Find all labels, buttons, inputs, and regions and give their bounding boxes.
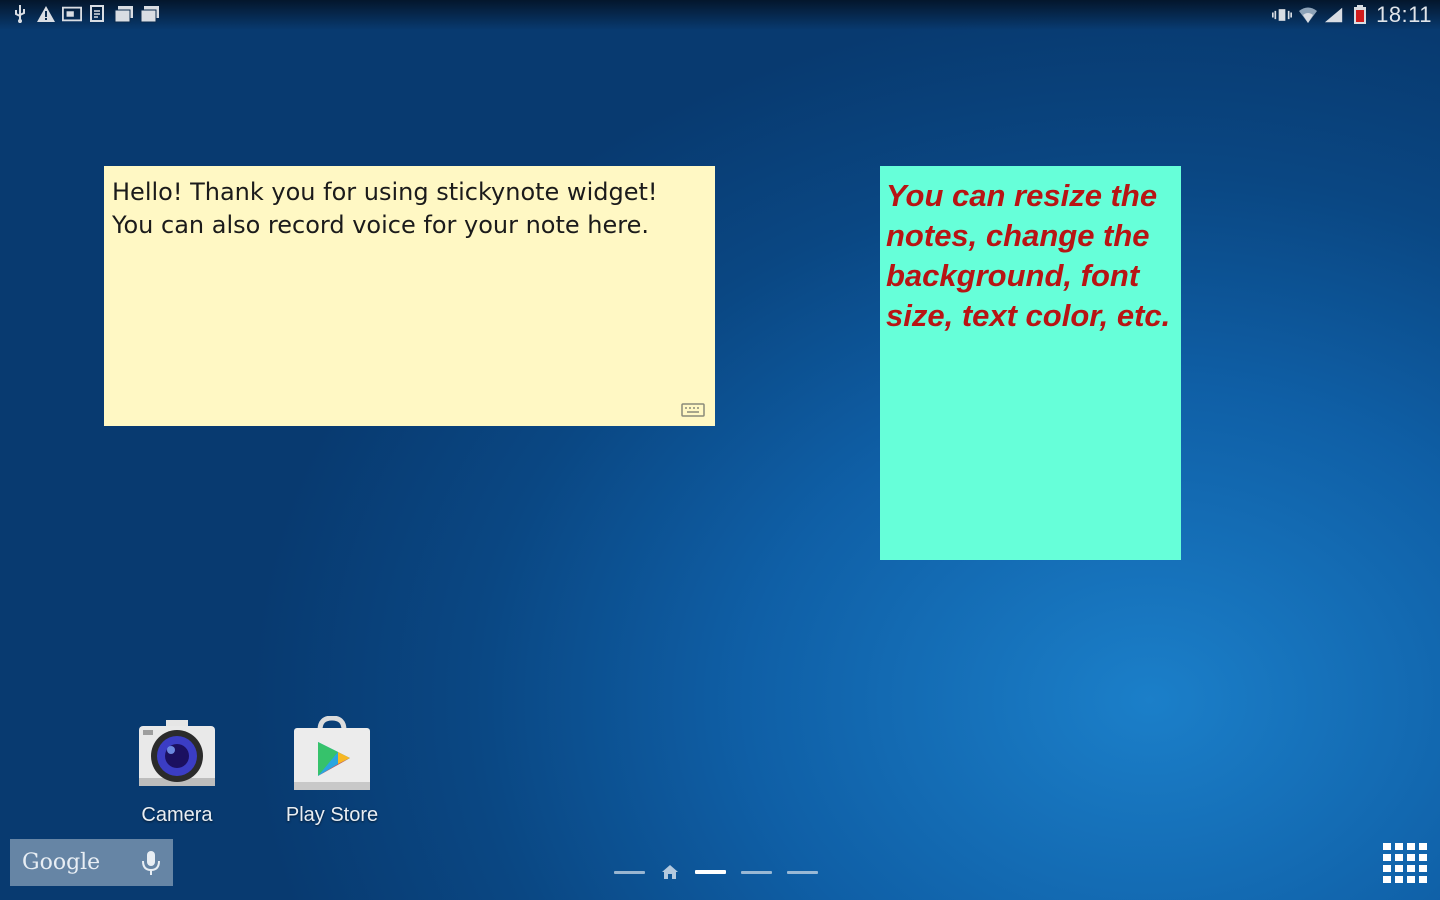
usb-icon — [10, 4, 30, 24]
page-indicator[interactable] — [614, 862, 818, 882]
sticky-note-widget-yellow[interactable]: Hello! Thank you for using stickynote wi… — [104, 166, 715, 426]
vibrate-icon — [1272, 5, 1293, 25]
gallery-icon — [114, 4, 134, 24]
notification-icons — [10, 4, 160, 24]
system-indicators: 18:11 — [1272, 2, 1432, 28]
document-icon — [88, 4, 108, 24]
screenshot-icon — [62, 4, 82, 24]
note-text: You can resize the notes, change the bac… — [886, 178, 1171, 333]
sticky-note-widget-cyan[interactable]: You can resize the notes, change the bac… — [880, 166, 1181, 560]
app-shortcut-camera[interactable]: Camera — [117, 716, 237, 827]
mic-icon[interactable] — [141, 850, 161, 876]
page-dot-active[interactable] — [695, 870, 726, 874]
page-dot[interactable] — [787, 870, 818, 874]
app-label: Camera — [141, 804, 213, 826]
page-dot[interactable] — [741, 870, 772, 874]
gallery-icon — [140, 4, 160, 24]
google-search-bar[interactable]: Google — [10, 839, 173, 886]
signal-icon — [1324, 5, 1344, 25]
wifi-icon — [1298, 5, 1318, 25]
app-drawer-icon[interactable] — [1382, 842, 1428, 886]
home-page-icon[interactable] — [660, 862, 680, 882]
play-store-icon — [290, 715, 374, 796]
page-dot[interactable] — [614, 870, 645, 874]
note-text: Hello! Thank you for using stickynote wi… — [112, 178, 658, 239]
google-logo: Google — [22, 850, 101, 875]
app-label: Play Store — [285, 804, 379, 826]
camera-icon — [135, 716, 219, 796]
status-bar[interactable]: 18:11 — [0, 0, 1440, 30]
battery-icon — [1350, 5, 1370, 25]
status-bar-clock: 18:11 — [1376, 2, 1432, 27]
warning-icon — [36, 4, 56, 24]
keyboard-icon[interactable] — [681, 402, 705, 418]
app-shortcut-play-store[interactable]: Play Store — [272, 715, 392, 827]
